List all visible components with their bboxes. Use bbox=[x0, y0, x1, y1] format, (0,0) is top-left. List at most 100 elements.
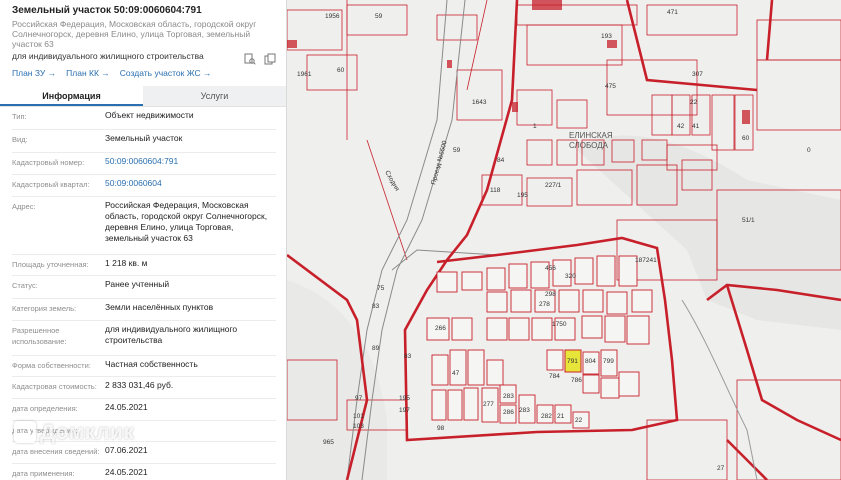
info-row: Тип: Объект недвижимости bbox=[12, 107, 276, 130]
svg-text:278: 278 bbox=[539, 301, 550, 308]
info-table: Тип: Объект недвижимости Вид: Земельный уч… bbox=[0, 107, 286, 480]
svg-text:799: 799 bbox=[603, 358, 614, 365]
info-row: Разрешенное использование: для индивидуал… bbox=[12, 321, 276, 356]
svg-text:21: 21 bbox=[557, 413, 565, 420]
svg-text:1956: 1956 bbox=[325, 13, 340, 20]
village-label-2: СЛОБОДА bbox=[569, 141, 609, 150]
svg-text:227/1: 227/1 bbox=[545, 182, 562, 189]
svg-text:1961: 1961 bbox=[297, 71, 312, 78]
svg-text:60: 60 bbox=[337, 67, 345, 74]
info-row: дата внесения сведений: 07.06.2021 bbox=[12, 442, 276, 464]
info-key: Статус: bbox=[12, 281, 38, 290]
svg-text:471: 471 bbox=[667, 9, 678, 16]
svg-text:784: 784 bbox=[549, 373, 560, 380]
tab-information[interactable]: Информация bbox=[0, 86, 143, 106]
svg-text:786: 786 bbox=[571, 377, 582, 384]
info-value: - bbox=[105, 424, 108, 434]
info-row: Кадастровый номер: 50:09:0060604:791 bbox=[12, 153, 276, 175]
info-value: 2 833 031,46 руб. bbox=[105, 380, 174, 390]
info-row: Площадь уточненная: 1 218 кв. м bbox=[12, 255, 276, 276]
plan-zu-link[interactable]: План ЗУ → bbox=[12, 68, 56, 78]
svg-text:60: 60 bbox=[742, 135, 750, 142]
header-actions bbox=[244, 52, 276, 65]
page-title: Земельный участок 50:09:0060604:791 bbox=[12, 5, 202, 16]
svg-text:266: 266 bbox=[435, 325, 446, 332]
cadastral-quarter-link[interactable]: 50:09:0060604 bbox=[105, 175, 276, 196]
svg-text:804: 804 bbox=[585, 358, 596, 365]
svg-text:89: 89 bbox=[372, 345, 380, 352]
info-row: дата утверждения: - bbox=[12, 421, 276, 442]
svg-text:475: 475 bbox=[605, 83, 616, 90]
info-value: 24.05.2021 bbox=[105, 402, 148, 412]
svg-text:277: 277 bbox=[483, 401, 494, 408]
village-label-1: ЕЛИНСКАЯ bbox=[569, 131, 613, 140]
plan-kk-link[interactable]: План КК → bbox=[66, 68, 110, 78]
info-value: Земли населённых пунктов bbox=[105, 302, 214, 312]
info-row: Категория земель: Земли населённых пункто… bbox=[12, 299, 276, 321]
parcel-purpose: для индивидуального жилищного строительс… bbox=[12, 51, 204, 61]
svg-text:298: 298 bbox=[545, 291, 556, 298]
info-key: дата применения: bbox=[12, 469, 75, 478]
info-value: Земельный участок bbox=[105, 133, 183, 143]
info-value: Российская Федерация, Московская область… bbox=[105, 200, 268, 243]
svg-text:41: 41 bbox=[692, 123, 700, 130]
svg-text:197: 197 bbox=[399, 407, 410, 414]
info-key: Тип: bbox=[12, 112, 27, 121]
svg-text:103: 103 bbox=[353, 423, 364, 430]
copy-icon[interactable] bbox=[264, 52, 276, 65]
svg-text:456: 456 bbox=[545, 265, 556, 272]
info-row: Статус: Ранее учтенный bbox=[12, 276, 276, 299]
svg-text:27: 27 bbox=[717, 465, 725, 472]
cadastral-number-link[interactable]: 50:09:0060604:791 bbox=[105, 153, 276, 174]
info-row: Форма собственности: Частная собственност… bbox=[12, 356, 276, 377]
info-key: Разрешенное использование: bbox=[12, 326, 67, 346]
svg-text:791: 791 bbox=[567, 358, 578, 365]
svg-text:59: 59 bbox=[453, 147, 461, 154]
panel-header: Земельный участок 50:09:0060604:791 Росс… bbox=[0, 0, 286, 78]
svg-text:283: 283 bbox=[519, 407, 530, 414]
info-value: Частная собственность bbox=[105, 359, 198, 369]
panel-tabs: Информация Услуги bbox=[0, 86, 286, 107]
info-key: Форма собственности: bbox=[12, 361, 91, 370]
create-plot-link[interactable]: Создать участок ЖС → bbox=[120, 68, 212, 78]
svg-text:59: 59 bbox=[375, 13, 383, 20]
svg-text:98: 98 bbox=[437, 425, 445, 432]
info-key: Адрес: bbox=[12, 202, 36, 211]
svg-text:1643: 1643 bbox=[472, 99, 487, 106]
svg-text:187241: 187241 bbox=[635, 257, 657, 264]
svg-text:42: 42 bbox=[677, 123, 685, 130]
info-key: Кадастровый номер: bbox=[12, 158, 85, 167]
svg-text:320: 320 bbox=[565, 273, 576, 280]
tab-services[interactable]: Услуги bbox=[143, 86, 286, 106]
svg-text:286: 286 bbox=[503, 409, 514, 416]
plan-links: План ЗУ → План КК → Создать участок ЖС → bbox=[12, 68, 276, 78]
info-row: Адрес: Российская Федерация, Московская о… bbox=[12, 197, 276, 255]
info-value: 1 218 кв. м bbox=[105, 258, 148, 268]
svg-text:195: 195 bbox=[517, 192, 528, 199]
svg-text:965: 965 bbox=[323, 439, 334, 446]
info-key: дата внесения сведений: bbox=[12, 447, 100, 456]
info-panel: Земельный участок 50:09:0060604:791 Росс… bbox=[0, 0, 287, 480]
info-row: Кадастровая стоимость: 2 833 031,46 руб. bbox=[12, 377, 276, 399]
svg-text:83: 83 bbox=[404, 353, 412, 360]
info-key: дата определения: bbox=[12, 404, 78, 413]
info-key: Категория земель: bbox=[12, 304, 77, 313]
svg-text:282: 282 bbox=[541, 413, 552, 420]
info-row: дата применения: 24.05.2021 bbox=[12, 464, 276, 480]
svg-text:22: 22 bbox=[575, 417, 583, 424]
svg-text:22: 22 bbox=[690, 99, 698, 106]
svg-text:83: 83 bbox=[372, 303, 380, 310]
parcel-address: Российская Федерация, Московская область… bbox=[12, 19, 257, 49]
document-search-icon[interactable] bbox=[244, 52, 256, 65]
info-key: Кадастровый квартал: bbox=[12, 180, 90, 189]
svg-text:0: 0 bbox=[807, 147, 811, 154]
cadastral-map[interactable]: 1956 59 471 193 307 1961 60 1643 475 22 … bbox=[287, 0, 841, 480]
info-key: дата утверждения: bbox=[12, 426, 78, 435]
svg-text:283: 283 bbox=[503, 393, 514, 400]
svg-text:195: 195 bbox=[399, 395, 410, 402]
svg-text:193: 193 bbox=[601, 33, 612, 40]
info-row: Вид: Земельный участок bbox=[12, 130, 276, 153]
map-canvas[interactable]: 1956 59 471 193 307 1961 60 1643 475 22 … bbox=[287, 0, 841, 480]
info-value: 07.06.2021 bbox=[105, 445, 148, 455]
info-row: дата определения: 24.05.2021 bbox=[12, 399, 276, 421]
